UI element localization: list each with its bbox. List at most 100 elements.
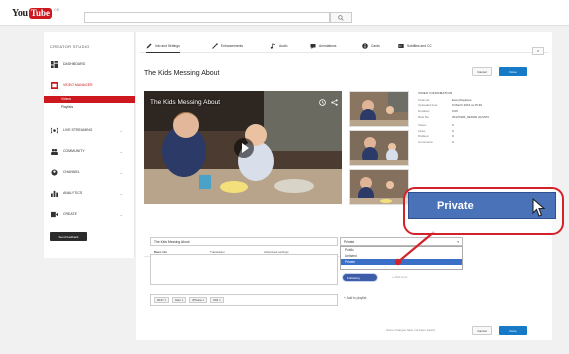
tab-info-and-settings[interactable]: Info and Settings <box>146 39 180 53</box>
thumbnail-image <box>350 170 408 204</box>
clock-icon[interactable] <box>318 98 326 106</box>
sidebar-title: CREATOR STUDIO <box>50 44 90 49</box>
video-title-heading: The Kids Messing About <box>144 70 220 77</box>
player-title: The Kids Messing About <box>150 99 221 106</box>
community-icon <box>50 147 58 155</box>
video-info-heading: VIDEO INFORMATION <box>418 91 453 95</box>
sidebar-subitem-playlists[interactable]: Playlists <box>44 104 135 111</box>
sidebar-item-analytics[interactable]: ANALYTICS ⌄ <box>44 187 135 199</box>
info-value: EveryDaybees <box>452 97 472 102</box>
done-button[interactable]: Done <box>499 67 527 76</box>
sidebar-subitem-videos[interactable]: Videos <box>44 96 135 103</box>
info-value: 9 March 2016 at 15:30 <box>452 103 483 108</box>
logo-region: GB <box>53 8 60 12</box>
play-button[interactable] <box>234 138 254 158</box>
sidebar-item-label: DASHBOARD <box>63 62 86 66</box>
analytics-icon <box>50 189 58 197</box>
info-value: 0 <box>452 123 454 128</box>
info-key: Comments: <box>418 139 434 144</box>
annotation-icon <box>310 44 316 49</box>
info-row: Comments: 0 <box>418 139 548 145</box>
privacy-select[interactable]: Private ▾ <box>340 237 463 246</box>
send-feedback-button[interactable]: Send feedback <box>50 232 87 241</box>
tag-chip[interactable]: Dan × <box>172 297 187 303</box>
privacy-option-private[interactable]: Private <box>341 259 462 265</box>
sidebar-item-label: VIDEO MANAGER <box>63 83 93 87</box>
sidebar-item-dashboard[interactable]: DASHBOARD <box>44 58 135 70</box>
sidebar-item-community[interactable]: COMMUNITY ⌄ <box>44 145 135 157</box>
chevron-down-icon: ⌄ <box>119 211 123 217</box>
info-key: Dislikes: <box>418 134 430 139</box>
share-icon[interactable] <box>330 98 338 106</box>
sidebar-item-channel[interactable]: CHANNEL ⌄ <box>44 166 135 178</box>
chevron-down-icon: ⌄ <box>119 190 123 196</box>
thumbnail-option[interactable] <box>349 130 409 166</box>
bottom-done-button[interactable]: Done <box>499 326 527 335</box>
chevron-down-icon: ⌄ <box>119 169 123 175</box>
following-badge[interactable]: Following <box>342 273 378 282</box>
privacy-dropdown-menu: Public Unlisted Private <box>340 246 463 270</box>
thumbnail-option[interactable] <box>349 91 409 127</box>
video-player[interactable]: The Kids Messing About <box>144 91 342 204</box>
following-label: Following <box>347 275 360 280</box>
info-value: 0 <box>452 128 454 133</box>
sidebar-item-create[interactable]: CREATE ⌄ <box>44 208 135 220</box>
sidebar-item-label: COMMUNITY <box>63 149 85 153</box>
search-button[interactable] <box>330 12 352 23</box>
logo-you: You <box>12 8 28 19</box>
mouse-pointer-icon <box>532 198 546 217</box>
tab-label: Annotations <box>319 44 337 48</box>
sidebar-item-label: ANALYTICS <box>63 191 83 195</box>
thumbnail-image <box>350 92 408 126</box>
top-bar: You Tube GB <box>0 0 569 26</box>
info-key: Raw file: <box>418 114 430 119</box>
thumbnail-image <box>350 131 408 165</box>
chevron-down-icon: ⌄ <box>119 148 123 154</box>
unsaved-changes-message: Some changes have not been saved. <box>386 328 436 332</box>
sidebar-item-label: LIVE STREAMING <box>63 128 93 132</box>
tag-chip[interactable]: iPhone × <box>189 297 208 303</box>
add-more-link[interactable]: + Add more <box>392 275 407 279</box>
sidebar-item-live-streaming[interactable]: LIVE STREAMING ⌄ <box>44 124 135 136</box>
thumbnail-option[interactable] <box>349 169 409 205</box>
tab-annotations[interactable]: Annotations <box>310 39 336 53</box>
create-icon <box>50 210 58 218</box>
title-input[interactable]: The Kids Messing About <box>150 237 338 246</box>
tab-enhancements[interactable]: Enhancements <box>212 39 243 53</box>
info-key: Views: <box>418 123 427 128</box>
add-to-playlist-button[interactable]: + Add to playlist <box>344 296 366 300</box>
bottom-cancel-button[interactable]: Cancel <box>472 326 492 335</box>
info-circle-icon <box>362 43 368 49</box>
info-key: Uploaded time: <box>418 103 439 108</box>
info-value: 20170306_094000 (0).MOV <box>452 114 490 119</box>
tab-subtitles[interactable]: cc Subtitles and CC <box>398 39 432 53</box>
description-textarea[interactable] <box>150 254 338 285</box>
cancel-button[interactable]: Cancel <box>472 67 492 76</box>
tag-chip[interactable]: 001 × <box>210 297 224 303</box>
more-options-button[interactable]: ▾ <box>532 47 544 55</box>
sidebar-item-label: CREATE <box>63 212 77 216</box>
privacy-select-value: Private <box>344 240 355 244</box>
editor-tabs: Info and Settings Enhancements Audio Ann… <box>140 39 548 55</box>
tab-label: Info and Settings <box>155 43 180 48</box>
tab-label: Audio <box>279 44 288 48</box>
tab-audio[interactable]: Audio <box>270 39 287 53</box>
cc-icon: cc <box>398 44 404 48</box>
tab-label: Cards <box>371 44 380 48</box>
wand-icon <box>212 43 218 49</box>
info-key: Duration: <box>418 108 431 113</box>
search-input[interactable] <box>84 12 330 23</box>
tags-input[interactable]: 2017 × Dan × iPhone × 001 × <box>150 294 338 306</box>
main-panel: Info and Settings Enhancements Audio Ann… <box>136 32 552 340</box>
youtube-logo[interactable]: You Tube GB <box>12 8 59 19</box>
tag-chip[interactable]: 2017 × <box>154 297 170 303</box>
sidebar: CREATOR STUDIO DASHBOARD VIDEO MANAGER V… <box>44 32 135 258</box>
dashboard-icon <box>50 60 58 68</box>
sidebar-item-video-manager[interactable]: VIDEO MANAGER <box>44 79 135 91</box>
info-value: 0 <box>452 134 454 139</box>
tab-cards[interactable]: Cards <box>362 39 380 53</box>
search-icon <box>338 14 344 21</box>
music-note-icon <box>270 43 275 49</box>
info-value: 0:06 <box>452 108 458 113</box>
callout-label: Private <box>437 199 474 212</box>
